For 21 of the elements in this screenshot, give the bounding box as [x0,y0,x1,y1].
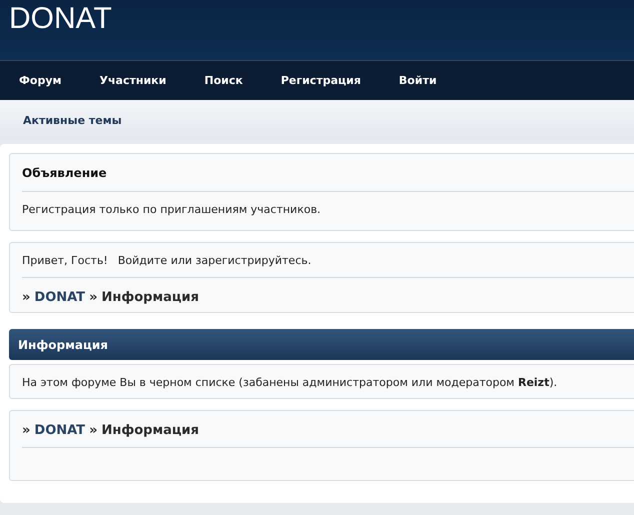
breadcrumb-current: Информация [101,423,199,438]
greeting-text: Привет, Гость! [22,254,108,267]
breadcrumb-link[interactable]: DONAT [34,290,86,305]
nav-link[interactable]: Поиск [204,74,243,87]
announcement-title: Объявление [22,165,108,182]
nav-link[interactable]: Форум [19,74,62,87]
site-logo[interactable]: DONAT [9,2,112,36]
breadcrumb-separator: » [89,290,98,305]
breadcrumb-separator: » [89,423,98,438]
info-header: Информация [9,329,634,360]
breadcrumb-link[interactable]: DONAT [34,423,86,438]
breadcrumb-separator: » [22,290,30,305]
nav-link[interactable]: Войти [398,74,437,87]
login-prompt[interactable]: Войдите или зарегистрируйтесь. [118,254,312,267]
announcement-text: Регистрация только по приглашениям участников. [22,202,322,218]
breadcrumb-current: Информация [101,290,199,305]
info-text: На этом форуме Вы в черном списке (забанены администратором или модератором Reizt). [22,375,558,391]
nav-link[interactable]: Регистрация [280,74,361,87]
subnav-link[interactable]: Активные темы [23,114,122,126]
breadcrumb-separator: » [22,423,30,438]
nav-link[interactable]: Участники [100,74,166,87]
